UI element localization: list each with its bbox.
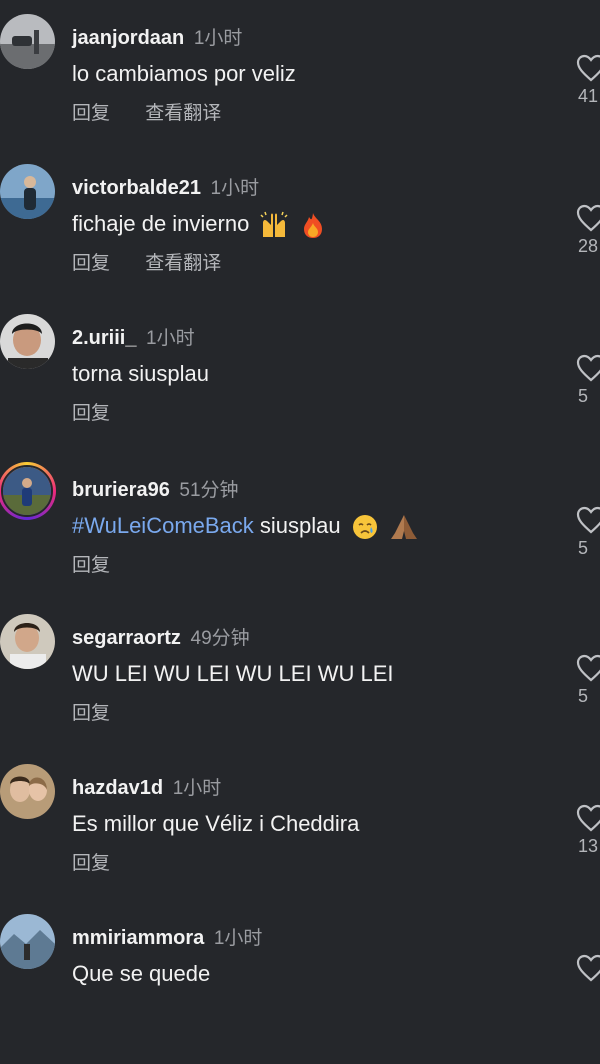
like-count: 5	[578, 386, 589, 406]
reply-button[interactable]: 回复	[72, 703, 110, 724]
comment-item: segarraortz 49分钟 WU LEI WU LEI WU LEI WU…	[0, 614, 600, 764]
raising-hands-icon	[260, 211, 288, 238]
folded-hands-icon	[390, 515, 417, 540]
heart-outline-icon[interactable]	[576, 506, 600, 534]
hashtag-link[interactable]: #WuLeiComeBack	[72, 513, 254, 538]
avatar[interactable]	[0, 764, 55, 819]
comment-item: jaanjordaan 1小时 lo cambiamos por veliz 回…	[0, 14, 600, 164]
timestamp: 1小时	[210, 178, 260, 199]
comment-text-content: fichaje de invierno	[72, 211, 250, 236]
comment-text: #WuLeiComeBack siusplau	[72, 512, 419, 541]
like-count: 13	[578, 836, 599, 856]
username[interactable]: bruriera96	[72, 479, 170, 501]
avatar[interactable]	[0, 314, 55, 369]
comment-text: Que se quede	[72, 961, 211, 986]
avatar[interactable]	[0, 14, 55, 69]
reply-button[interactable]: 回复	[72, 103, 110, 124]
like-count: 28	[578, 236, 599, 256]
like-count: 41	[578, 86, 599, 106]
heart-outline-icon[interactable]	[576, 204, 600, 232]
avatar-story-ring[interactable]	[0, 462, 56, 520]
reply-button[interactable]: 回复	[72, 853, 110, 874]
timestamp: 1小时	[213, 928, 263, 949]
username[interactable]: victorbalde21	[72, 177, 201, 199]
username[interactable]: 2.uriii_	[72, 327, 136, 349]
fire-icon	[303, 213, 322, 239]
comment-text: fichaje de invierno	[72, 210, 326, 239]
comment-item: victorbalde21 1小时 fichaje de invierno 回复…	[0, 164, 600, 314]
heart-outline-icon[interactable]	[576, 354, 600, 382]
heart-outline-icon[interactable]	[576, 54, 600, 82]
heart-outline-icon[interactable]	[576, 804, 600, 832]
comment-text: torna siusplau	[72, 361, 209, 386]
reply-button[interactable]: 回复	[72, 403, 110, 424]
comment-text: Es millor que Véliz i Cheddira	[72, 811, 360, 836]
reply-button[interactable]: 回复	[72, 253, 110, 274]
comment-text-content: siusplau	[253, 513, 341, 538]
like-count: 5	[578, 686, 589, 706]
comment-item: mmiriammora 1小时 Que se quede	[0, 914, 600, 1064]
username[interactable]: segarraortz	[72, 627, 181, 649]
timestamp: 49分钟	[190, 628, 250, 649]
comment-item: 2.uriii_ 1小时 torna siusplau 回复 5	[0, 314, 600, 464]
comment-item: hazdav1d 1小时 Es millor que Véliz i Chedd…	[0, 764, 600, 914]
heart-outline-icon[interactable]	[576, 954, 600, 982]
reply-button[interactable]: 回复	[72, 555, 110, 576]
avatar[interactable]	[0, 164, 55, 219]
timestamp: 1小时	[193, 28, 243, 49]
username[interactable]: mmiriammora	[72, 927, 204, 949]
comment-text: lo cambiamos por veliz	[72, 61, 296, 86]
timestamp: 51分钟	[179, 480, 239, 501]
heart-outline-icon[interactable]	[576, 654, 600, 682]
translate-button[interactable]: 查看翻译	[145, 103, 221, 124]
timestamp: 1小时	[172, 778, 222, 799]
comment-item: bruriera96 51分钟 #WuLeiComeBack siusplau …	[0, 462, 600, 616]
like-count: 5	[578, 538, 589, 558]
crying-face-icon	[352, 515, 377, 540]
comment-text: WU LEI WU LEI WU LEI WU LEI	[72, 661, 394, 686]
avatar[interactable]	[0, 614, 55, 669]
avatar[interactable]	[0, 914, 55, 969]
username[interactable]: jaanjordaan	[72, 27, 184, 49]
translate-button[interactable]: 查看翻译	[145, 253, 221, 274]
username[interactable]: hazdav1d	[72, 777, 163, 799]
timestamp: 1小时	[146, 328, 195, 349]
